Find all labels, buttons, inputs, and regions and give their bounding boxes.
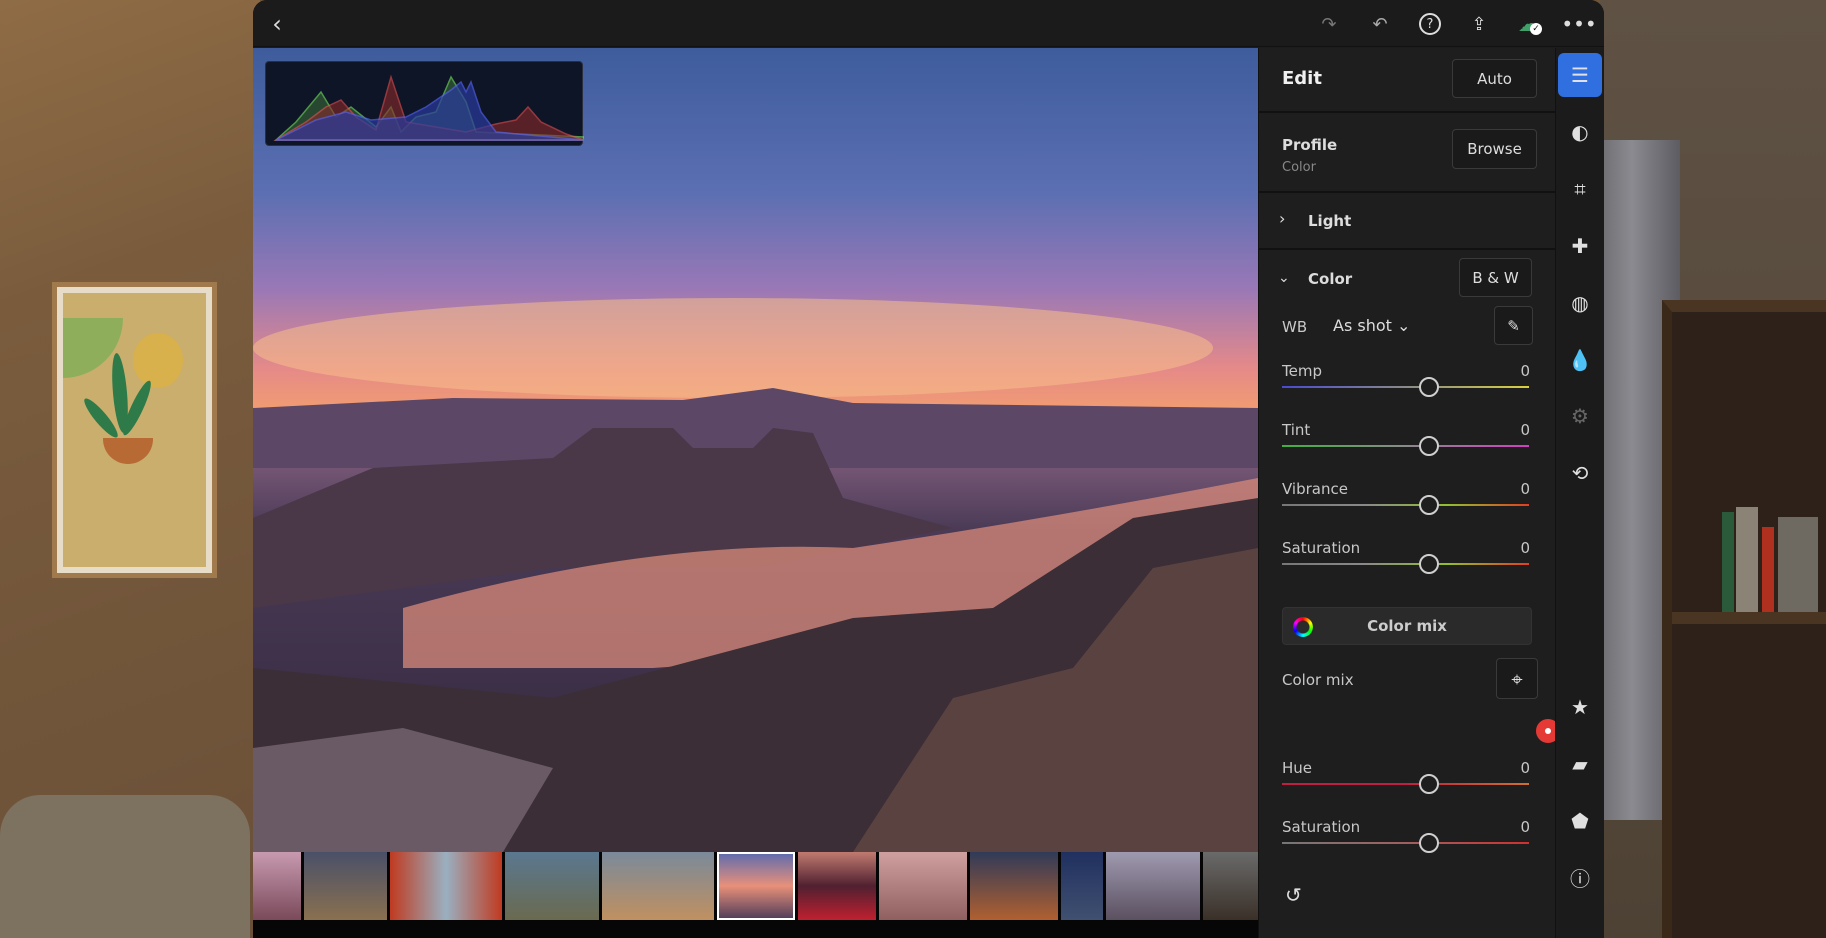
- tool-rail: ☰ ◐ ⌗ ✚ ◍ 💧 ⚙ ⟲ ★ ▰ ⬟ ⓘ: [1555, 48, 1604, 938]
- slider-value[interactable]: 0: [1520, 818, 1530, 836]
- slider-saturation[interactable]: [1282, 554, 1529, 574]
- reset-icon[interactable]: ↺: [1285, 883, 1302, 907]
- bottom-bar: [253, 920, 1258, 938]
- undo-icon[interactable]: ↶: [1365, 9, 1395, 39]
- back-icon[interactable]: ‹: [262, 9, 292, 39]
- slider-label: Hue: [1282, 759, 1313, 777]
- slider-label: Tint: [1282, 421, 1311, 439]
- edit-header: Edit Auto: [1259, 48, 1556, 113]
- filmstrip-thumbnail[interactable]: [505, 852, 599, 920]
- more-icon[interactable]: •••: [1561, 9, 1596, 39]
- profile-label: Profile: [1282, 136, 1338, 154]
- blur-drop-icon[interactable]: 💧: [1558, 338, 1602, 382]
- slider-label: Saturation: [1282, 818, 1361, 836]
- rating-star-icon[interactable]: ★: [1558, 685, 1602, 729]
- slider-label: Saturation: [1282, 539, 1361, 557]
- color-mix-label: Color mix: [1282, 671, 1354, 689]
- slider-temp[interactable]: [1282, 377, 1529, 397]
- slider-hue[interactable]: [1282, 774, 1529, 794]
- chevron-right-icon: ›: [1279, 209, 1286, 228]
- top-bar: ‹ ↷ ↶ ? ⇪ ☁ ✓ •••: [253, 0, 1604, 47]
- filmstrip-thumbnail[interactable]: [717, 852, 795, 920]
- filmstrip-thumbnail[interactable]: [1061, 852, 1103, 920]
- slider-tint[interactable]: [1282, 436, 1529, 456]
- masking-icon[interactable]: ◐: [1558, 110, 1602, 154]
- bookshelf: [1662, 300, 1826, 938]
- slider-thumb[interactable]: [1419, 554, 1439, 574]
- filmstrip-thumbnail[interactable]: [390, 852, 502, 920]
- slider-thumb[interactable]: [1419, 833, 1439, 853]
- wall-artwork: [52, 282, 217, 578]
- color-mix-button-label: Color mix: [1367, 617, 1447, 635]
- targeted-adjustment-button[interactable]: ⌖: [1496, 658, 1538, 699]
- help-icon[interactable]: ?: [1415, 9, 1445, 39]
- versions-icon[interactable]: ⟲: [1558, 451, 1602, 495]
- chevron-down-icon: ⌄: [1397, 316, 1411, 335]
- slider-thumb[interactable]: [1419, 495, 1439, 515]
- filmstrip-thumbnail[interactable]: [602, 852, 714, 920]
- slider-value[interactable]: 0: [1520, 539, 1530, 557]
- share-icon[interactable]: ⇪: [1464, 9, 1494, 39]
- cloud-synced-icon[interactable]: ☁ ✓: [1514, 9, 1544, 39]
- tags-icon[interactable]: ⬟: [1558, 799, 1602, 843]
- info-icon[interactable]: ⓘ: [1558, 855, 1602, 899]
- slider-value[interactable]: 0: [1520, 362, 1530, 380]
- filmstrip: [253, 852, 1259, 920]
- color-wheel-icon: [1293, 617, 1313, 637]
- slider-thumb[interactable]: [1419, 774, 1439, 794]
- slider-saturation[interactable]: [1282, 833, 1529, 853]
- auto-button[interactable]: Auto: [1452, 59, 1537, 98]
- filmstrip-thumbnail[interactable]: [304, 852, 387, 920]
- color-section-label[interactable]: Color: [1308, 270, 1352, 288]
- crosshair-icon: ⌖: [1511, 666, 1523, 691]
- color-mix-button[interactable]: Color mix: [1282, 607, 1532, 645]
- filmstrip-thumbnail[interactable]: [970, 852, 1058, 920]
- wb-label: WB: [1282, 318, 1308, 336]
- wb-dropdown[interactable]: As shot ⌄: [1333, 316, 1410, 335]
- redo-icon[interactable]: ↷: [1314, 9, 1344, 39]
- wb-eyedropper-button[interactable]: ✎: [1494, 306, 1533, 345]
- sofa: [0, 795, 250, 938]
- profile-value: Color: [1282, 160, 1316, 175]
- panel-title: Edit: [1282, 68, 1322, 89]
- bw-button[interactable]: B & W: [1459, 258, 1532, 297]
- filmstrip-thumbnail[interactable]: [1203, 852, 1259, 920]
- slider-value[interactable]: 0: [1520, 759, 1530, 777]
- slider-label: Temp: [1282, 362, 1322, 380]
- edit-panel: Edit Auto Profile Color Browse › Light ⌄…: [1258, 48, 1604, 938]
- eyedropper-icon: ✎: [1507, 316, 1520, 335]
- slider-thumb[interactable]: [1419, 377, 1439, 397]
- presets-icon[interactable]: ⚙: [1558, 394, 1602, 438]
- slider-vibrance[interactable]: [1282, 495, 1529, 515]
- chevron-down-icon[interactable]: ⌄: [1278, 270, 1290, 286]
- light-label: Light: [1308, 212, 1352, 230]
- filmstrip-thumbnail[interactable]: [798, 852, 876, 920]
- profile-section: Profile Color Browse: [1259, 113, 1556, 193]
- wb-value: As shot: [1333, 316, 1392, 335]
- photo-landscape: [253, 298, 1258, 852]
- slider-value[interactable]: 0: [1520, 421, 1530, 439]
- slider-label: Vibrance: [1282, 480, 1348, 498]
- photo-canvas[interactable]: [253, 48, 1258, 852]
- slider-thumb[interactable]: [1419, 436, 1439, 456]
- comments-icon[interactable]: ▰: [1558, 742, 1602, 786]
- vignette-icon[interactable]: ◍: [1558, 281, 1602, 325]
- slider-value[interactable]: 0: [1520, 480, 1530, 498]
- light-section-header[interactable]: › Light: [1259, 193, 1556, 250]
- app-window: ‹ ↷ ↶ ? ⇪ ☁ ✓ ••• Edit Auto Profile Colo…: [253, 0, 1604, 938]
- histogram: [265, 61, 585, 146]
- edit-sliders-icon[interactable]: ☰: [1558, 53, 1602, 97]
- crop-icon[interactable]: ⌗: [1558, 167, 1602, 211]
- browse-profiles-button[interactable]: Browse: [1452, 129, 1537, 169]
- filmstrip-thumbnail[interactable]: [1106, 852, 1200, 920]
- healing-icon[interactable]: ✚: [1558, 224, 1602, 268]
- filmstrip-thumbnail[interactable]: [879, 852, 967, 920]
- filmstrip-thumbnail[interactable]: [253, 852, 301, 920]
